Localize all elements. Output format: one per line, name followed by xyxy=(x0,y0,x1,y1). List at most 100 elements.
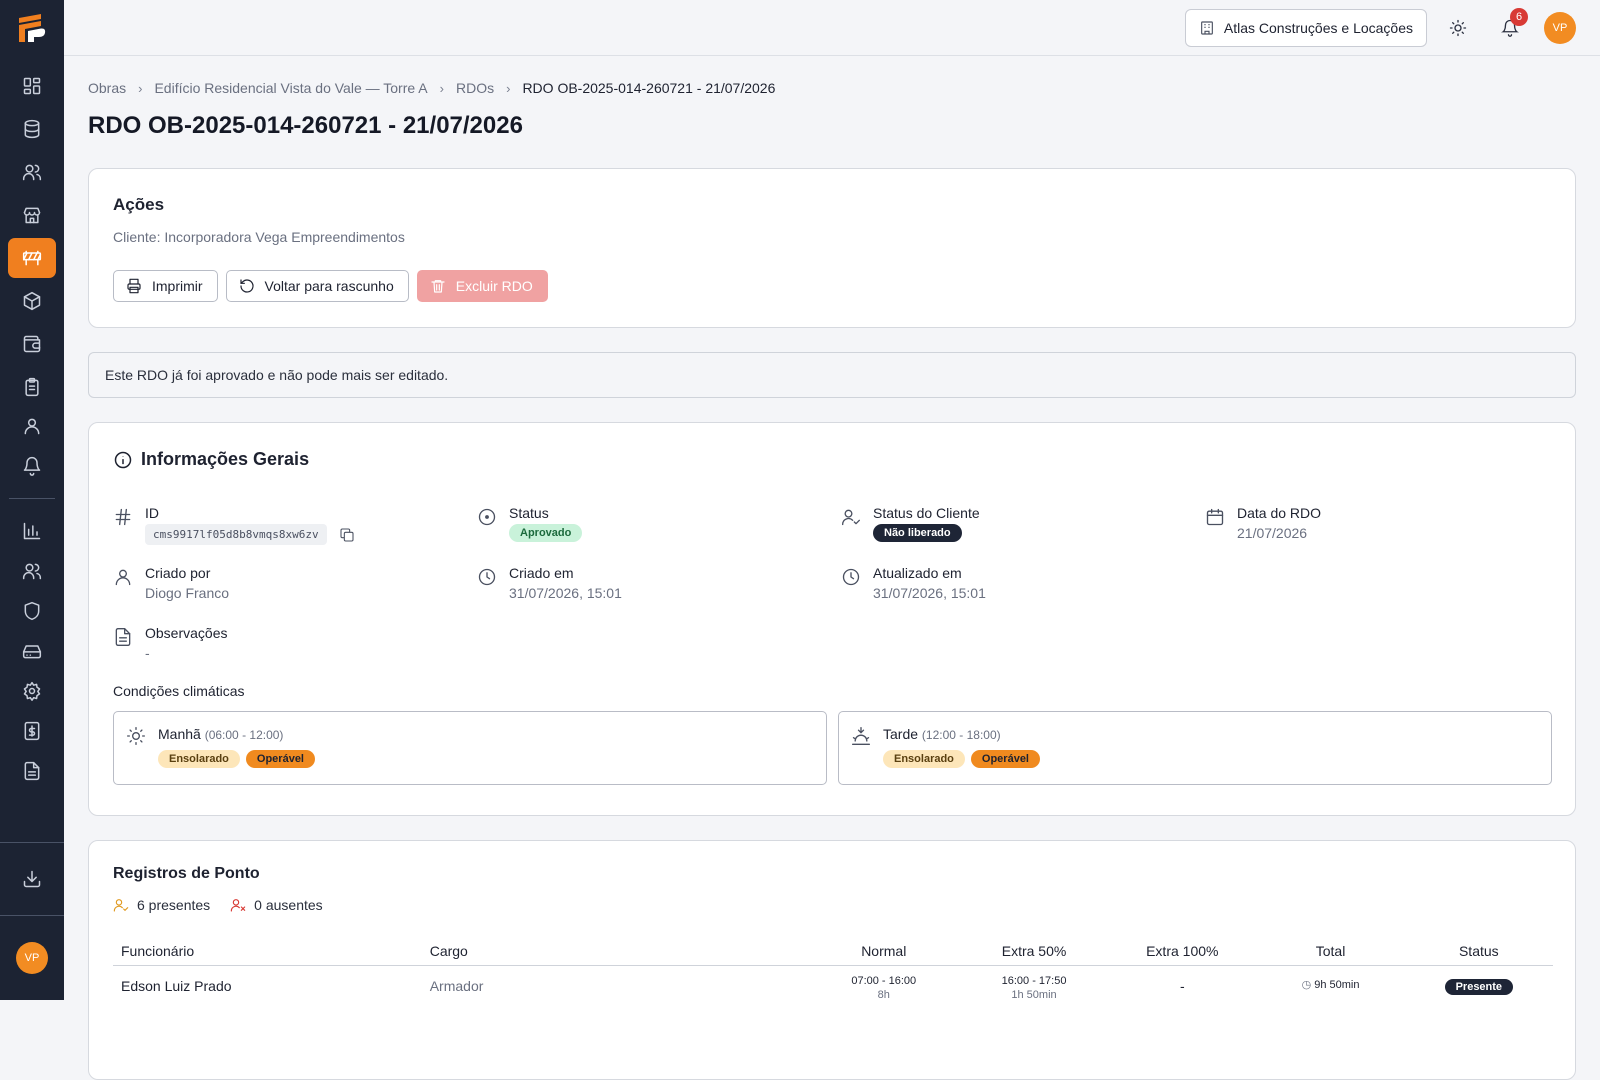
field-date: Data do RDO 21/07/2026 xyxy=(1205,505,1321,541)
delete-rdo-button[interactable]: Excluir RDO xyxy=(416,270,548,302)
nav-users[interactable] xyxy=(8,152,56,192)
time-records-table: Funcionário Cargo Normal Extra 50% Extra… xyxy=(113,937,1553,1002)
notes-label: Observações xyxy=(145,625,228,641)
approved-notice: Este RDO já foi aprovado e não pode mais… xyxy=(88,352,1576,398)
bell-icon xyxy=(23,456,41,476)
nav-finance[interactable] xyxy=(8,711,56,751)
employee-name: Edson Luiz Prado xyxy=(121,977,232,994)
date-label: Data do RDO xyxy=(1237,505,1322,521)
team-icon xyxy=(22,563,42,580)
page-title: RDO OB-2025-014-260721 - 21/07/2026 xyxy=(88,112,523,139)
time-records-title: Registros de Ponto xyxy=(113,865,260,882)
nav-notifications[interactable] xyxy=(8,446,56,486)
user-check-icon xyxy=(113,899,129,912)
normal-cell: 07:00 - 16:00 8h xyxy=(808,965,960,1002)
nav-profile[interactable] xyxy=(8,406,56,446)
field-status: Status Aprovado xyxy=(477,505,583,542)
clock-icon xyxy=(478,568,496,586)
nav-download[interactable] xyxy=(8,859,56,899)
users-icon xyxy=(22,164,42,181)
company-selector[interactable]: Atlas Construções e Locações xyxy=(1184,9,1427,47)
rotate-ccw-icon xyxy=(239,279,254,293)
nav-clipboard[interactable] xyxy=(8,367,56,407)
actions-title: Ações xyxy=(113,195,165,214)
actions-card: Ações Cliente: Incorporadora Vega Empree… xyxy=(88,168,1576,328)
nav-reports[interactable] xyxy=(8,511,56,551)
print-button[interactable]: Imprimir xyxy=(113,270,218,302)
chevron-right-icon: › xyxy=(506,80,511,96)
nav-packages[interactable] xyxy=(8,281,56,321)
col-role[interactable]: Cargo xyxy=(421,937,808,966)
col-status[interactable]: Status xyxy=(1404,937,1553,966)
nav-security[interactable] xyxy=(8,591,56,631)
morning-title: Manhã (06:00 - 12:00) xyxy=(158,726,283,742)
user-icon xyxy=(115,569,131,586)
breadcrumb-obras[interactable]: Obras xyxy=(88,80,126,96)
app-logo[interactable] xyxy=(0,0,64,56)
wallet-icon xyxy=(23,335,41,353)
col-extra100[interactable]: Extra 100% xyxy=(1108,937,1257,966)
id-label: ID xyxy=(145,505,159,521)
nav-database[interactable] xyxy=(8,109,56,149)
user-icon xyxy=(24,418,40,435)
employee-role: Armador xyxy=(429,977,484,994)
general-info-header: Informações Gerais xyxy=(113,449,309,470)
updated-at-value: 31/07/2026, 15:01 xyxy=(873,585,986,601)
afternoon-status-badge: Operável xyxy=(970,750,1040,768)
invoice-icon xyxy=(24,721,40,741)
revert-draft-button[interactable]: Voltar para rascunho xyxy=(225,270,409,302)
time-records-card: Registros de Ponto 6 presentes 0 ausente… xyxy=(88,840,1576,1080)
normal-range: 07:00 - 16:00 xyxy=(851,974,917,987)
package-icon xyxy=(23,291,41,311)
nav-dashboard[interactable] xyxy=(8,66,56,106)
extra100-value: - xyxy=(1179,977,1185,994)
nav-team[interactable] xyxy=(8,551,56,591)
theme-toggle[interactable] xyxy=(1447,17,1469,39)
drive-icon xyxy=(22,645,42,659)
user-avatar[interactable]: VP xyxy=(1544,12,1576,44)
client-status-badge: Não liberado xyxy=(873,524,962,542)
morning-range: (06:00 - 12:00) xyxy=(204,728,284,742)
table-row[interactable]: Edson Luiz Prado Armador 07:00 - 16:00 8h… xyxy=(113,965,1553,1002)
id-value: cms9917lf05d8b8vmqs8xw6zv xyxy=(145,524,327,545)
user-x-icon xyxy=(230,899,246,912)
database-icon xyxy=(24,119,40,139)
breadcrumb-project[interactable]: Edifício Residencial Vista do Vale — Tor… xyxy=(154,80,427,96)
morning-name: Manhã xyxy=(158,726,201,742)
field-client-status: Status do Cliente Não liberado xyxy=(841,505,980,542)
topbar: Atlas Construções e Locações xyxy=(64,0,1600,56)
field-id: ID cms9917lf05d8b8vmqs8xw6zv xyxy=(113,505,355,545)
copy-icon[interactable] xyxy=(339,527,355,543)
presence-badge: Presente xyxy=(1444,978,1514,995)
delete-rdo-label: Excluir RDO xyxy=(455,278,533,294)
table-header-row: Funcionário Cargo Normal Extra 50% Extra… xyxy=(113,937,1553,966)
nav-obras[interactable] xyxy=(8,238,56,278)
col-normal[interactable]: Normal xyxy=(807,937,960,966)
sidebar-footer: VP xyxy=(0,842,64,1000)
logo-icon xyxy=(19,14,46,42)
col-extra50[interactable]: Extra 50% xyxy=(959,937,1109,966)
weather-afternoon: Tarde (12:00 - 18:00) Ensolarado Operáve… xyxy=(838,711,1552,785)
general-info-card: Informações Gerais ID cms9917lf05d8b8vmq… xyxy=(88,422,1576,816)
info-icon xyxy=(114,451,132,468)
field-updated-at: Atualizado em 31/07/2026, 15:01 xyxy=(841,565,986,601)
nav-store[interactable] xyxy=(8,195,56,235)
sidebar-avatar[interactable]: VP xyxy=(16,942,48,974)
printer-icon xyxy=(127,278,141,294)
sidebar-divider xyxy=(9,498,55,499)
created-at-value: 31/07/2026, 15:01 xyxy=(509,585,622,601)
nav-wallet[interactable] xyxy=(8,324,56,364)
col-total[interactable]: Total xyxy=(1256,937,1405,966)
gear-icon xyxy=(23,681,41,701)
dashboard-icon xyxy=(23,77,41,95)
sun-icon xyxy=(1449,19,1467,37)
col-employee[interactable]: Funcionário xyxy=(113,937,422,966)
afternoon-title: Tarde (12:00 - 18:00) xyxy=(883,726,1001,742)
weather-morning: Manhã (06:00 - 12:00) Ensolarado Operáve… xyxy=(113,711,827,785)
nav-documents[interactable] xyxy=(8,751,56,791)
breadcrumb-rdos[interactable]: RDOs xyxy=(456,80,494,96)
weather-label: Condições climáticas xyxy=(113,683,245,699)
nav-storage[interactable] xyxy=(8,631,56,671)
created-at-label: Criado em xyxy=(509,565,574,581)
nav-settings[interactable] xyxy=(8,671,56,711)
